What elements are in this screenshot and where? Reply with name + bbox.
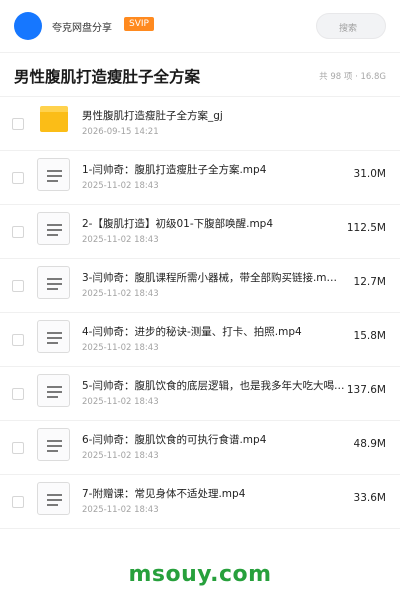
file-name: 1-闫帅奇：腹肌打造瘦肚子全方案.mp4 — [82, 164, 267, 176]
row-checkbox[interactable] — [12, 226, 24, 238]
search-placeholder: 搜索 — [339, 24, 358, 34]
row-divider — [0, 528, 400, 529]
file-size: 112.5M — [346, 222, 386, 234]
list-item[interactable]: 7-附赠课：常见身体不适处理.mp4 2025-11-02 18:43 33.6… — [0, 475, 400, 529]
file-date: 2025-11-02 18:43 — [82, 235, 159, 245]
document-icon — [37, 266, 70, 299]
share-meta: 共 98 项 · 16.8G — [319, 72, 386, 82]
file-name: 7-附赠课：常见身体不适处理.mp4 — [82, 488, 246, 500]
file-date: 2026-09-15 14:21 — [82, 127, 159, 137]
svip-badge: SVIP — [124, 17, 154, 31]
file-name: 4-闫帅奇：进步的秘诀-测量、打卡、拍照.mp4 — [82, 326, 302, 338]
avatar[interactable] — [14, 12, 42, 40]
list-item[interactable]: 6-闫帅奇：腹肌饮食的可执行食谱.mp4 2025-11-02 18:43 48… — [0, 421, 400, 475]
list-item[interactable]: 2-【腹肌打造】初级01-下腹部唤醒.mp4 2025-11-02 18:43 … — [0, 205, 400, 259]
list-item[interactable]: 1-闫帅奇：腹肌打造瘦肚子全方案.mp4 2025-11-02 18:43 31… — [0, 151, 400, 205]
row-checkbox[interactable] — [12, 496, 24, 508]
list-item[interactable]: 4-闫帅奇：进步的秘诀-测量、打卡、拍照.mp4 2025-11-02 18:4… — [0, 313, 400, 367]
file-name: 6-闫帅奇：腹肌饮食的可执行食谱.mp4 — [82, 434, 267, 446]
list-item[interactable]: 5-闫帅奇：腹肌饮食的底层逻辑，也是我多年大吃大喝… 2025-11-02 18… — [0, 367, 400, 421]
document-icon — [37, 374, 70, 407]
document-icon — [37, 320, 70, 353]
document-icon — [37, 482, 70, 515]
list-item[interactable]: 3-闫帅奇：腹肌课程所需小器械，带全部购买链接.m… 2025-11-02 18… — [0, 259, 400, 313]
file-date: 2025-11-02 18:43 — [82, 397, 159, 407]
app-header: 夸克网盘分享 SVIP 搜索 — [0, 0, 400, 52]
row-checkbox[interactable] — [12, 280, 24, 292]
file-size: 12.7M — [353, 276, 386, 288]
file-date: 2025-11-02 18:43 — [82, 505, 159, 515]
file-name: 男性腹肌打造瘦肚子全方案_gj — [82, 110, 223, 122]
search-input[interactable]: 搜索 — [316, 13, 386, 39]
file-size: 31.0M — [353, 168, 386, 180]
row-checkbox[interactable] — [12, 334, 24, 346]
file-date: 2025-11-02 18:43 — [82, 289, 159, 299]
file-date: 2025-11-02 18:43 — [82, 451, 159, 461]
file-date: 2025-11-02 18:43 — [82, 181, 159, 191]
folder-icon — [40, 106, 68, 132]
file-name: 2-【腹肌打造】初级01-下腹部唤醒.mp4 — [82, 218, 274, 230]
file-size: 15.8M — [353, 330, 386, 342]
row-checkbox[interactable] — [12, 388, 24, 400]
brand-name: 夸克网盘分享 — [52, 23, 112, 34]
row-checkbox[interactable] — [12, 172, 24, 184]
file-name: 5-闫帅奇：腹肌饮食的底层逻辑，也是我多年大吃大喝… — [82, 380, 345, 392]
file-name: 3-闫帅奇：腹肌课程所需小器械，带全部购买链接.m… — [82, 272, 338, 284]
row-checkbox[interactable] — [12, 118, 24, 130]
row-checkbox[interactable] — [12, 442, 24, 454]
document-icon — [37, 158, 70, 191]
watermark: msouy.com — [128, 562, 272, 587]
list-item[interactable]: 男性腹肌打造瘦肚子全方案_gj 2026-09-15 14:21 — [0, 97, 400, 151]
file-size: 48.9M — [353, 438, 386, 450]
header-divider — [0, 52, 400, 53]
file-size: 137.6M — [346, 384, 386, 396]
page-title: 男性腹肌打造瘦肚子全方案 — [14, 68, 201, 86]
document-icon — [37, 428, 70, 461]
file-date: 2025-11-02 18:43 — [82, 343, 159, 353]
file-size: 33.6M — [353, 492, 386, 504]
document-icon — [37, 212, 70, 245]
